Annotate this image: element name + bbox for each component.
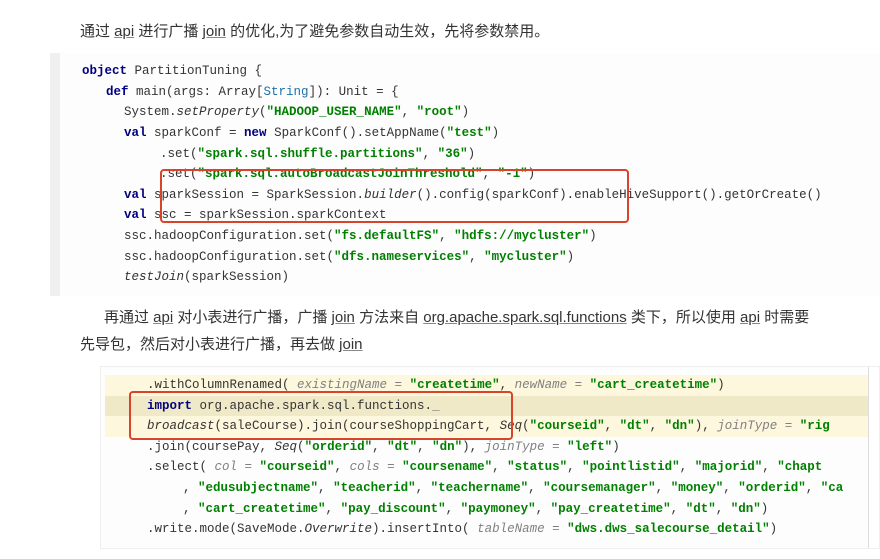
article-container: 通过 api 进行广播 join 的优化,为了避免参数自动生效，先将参数禁用。 … xyxy=(0,0,880,559)
code-line: object PartitionTuning { xyxy=(64,61,876,82)
code-line: .write.mode(SaveMode.Overwrite).insertIn… xyxy=(105,519,875,540)
api-term: api xyxy=(114,23,134,40)
code-line: ssc.hadoopConfiguration.set("fs.defaultF… xyxy=(64,226,876,247)
code-block-2: .withColumnRenamed( existingName = "crea… xyxy=(100,366,880,549)
code-line: testJoin(sparkSession) xyxy=(64,267,876,288)
code-block-1: object PartitionTuning { def main(args: … xyxy=(50,53,880,296)
text: 的优化,为了避免参数自动生效，先将参数禁用。 xyxy=(226,23,549,40)
highlight-box-set xyxy=(160,169,629,223)
api-term: api xyxy=(740,309,760,326)
functions-package: org.apache.spark.sql.functions xyxy=(423,309,626,326)
code-line: .select( col = "courseid", cols = "cours… xyxy=(105,457,875,478)
code-line: ssc.hadoopConfiguration.set("dfs.nameser… xyxy=(64,247,876,268)
para-2: 再通过 api 对小表进行广播，广播 join 方法来自 org.apache.… xyxy=(80,304,820,358)
text: 方法来自 xyxy=(355,309,423,326)
text: 类下，所以使用 xyxy=(627,309,740,326)
code-line: System.setProperty("HADOOP_USER_NAME", "… xyxy=(64,102,876,123)
code-line: val sparkConf = new SparkConf().setAppNa… xyxy=(64,123,876,144)
para-1: 通过 api 进行广播 join 的优化,为了避免参数自动生效，先将参数禁用。 xyxy=(80,18,880,45)
code-line: , "edusubjectname", "teacherid", "teache… xyxy=(105,478,875,499)
code-line: def main(args: Array[String]): Unit = { xyxy=(64,82,876,103)
text: 通过 xyxy=(80,23,114,40)
code-line: .set("spark.sql.shuffle.partitions", "36… xyxy=(64,144,876,165)
join-term: join xyxy=(339,336,362,353)
code-line: , "cart_createtime", "pay_discount", "pa… xyxy=(105,499,875,520)
text: 进行广播 xyxy=(134,23,202,40)
text: 对小表进行广播，广播 xyxy=(173,309,331,326)
join-term: join xyxy=(203,23,226,40)
join-term: join xyxy=(332,309,355,326)
text: 再通过 xyxy=(104,309,153,326)
api-term: api xyxy=(153,309,173,326)
scrollbar-shadow xyxy=(868,367,879,548)
highlight-box-import-broadcast xyxy=(129,391,513,440)
